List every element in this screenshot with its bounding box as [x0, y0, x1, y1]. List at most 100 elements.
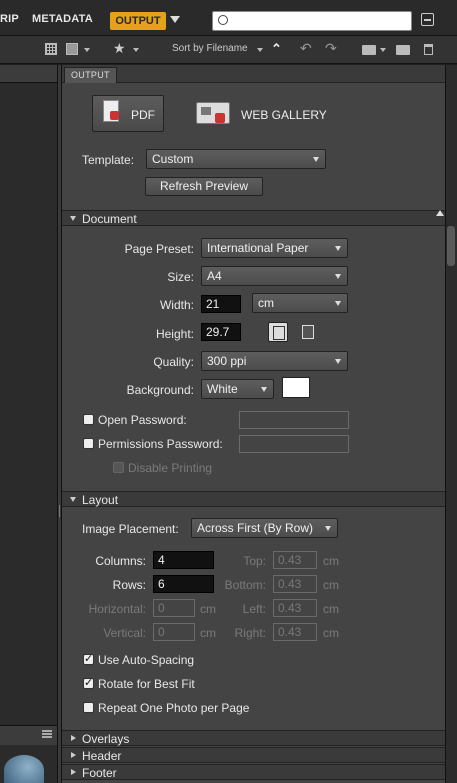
portrait-orientation-icon[interactable]	[268, 322, 288, 342]
rows-label: Rows:	[112, 578, 146, 592]
chevron-down-icon	[335, 301, 341, 306]
right-unit-label: cm	[323, 626, 339, 640]
horizontal-label: Horizontal:	[88, 602, 146, 616]
image-placement-value: Across First (By Row)	[197, 521, 314, 535]
web-gallery-icon[interactable]	[196, 102, 230, 124]
star-rating-icon[interactable]: ★	[113, 40, 126, 57]
quality-select[interactable]: 300 ppi	[201, 351, 348, 371]
template-select[interactable]: Custom	[146, 149, 326, 169]
ascending-sort-icon[interactable]: ⌃	[271, 41, 282, 57]
scrollbar-thumb[interactable]	[447, 226, 455, 266]
layout-section-title: Layout	[82, 493, 119, 507]
workspace-tab-rip[interactable]: RIP	[0, 13, 19, 25]
thumbnail-image[interactable]	[4, 755, 44, 783]
pdf-icon	[103, 100, 119, 122]
repeat-photo-checkbox[interactable]	[83, 702, 94, 713]
collapse-triangle-icon	[71, 735, 76, 741]
rotate-left-icon[interactable]: ↶	[300, 40, 312, 57]
rows-field[interactable]: 6	[153, 575, 214, 593]
landscape-orientation-icon[interactable]	[298, 322, 318, 342]
columns-field[interactable]: 4	[153, 551, 214, 569]
workspace-tab-output[interactable]: OUTPUT	[110, 12, 166, 30]
disable-printing-label: Disable Printing	[128, 461, 213, 475]
folder-chevron-down-icon[interactable]	[380, 48, 386, 52]
thumbnail-grid-icon[interactable]	[45, 43, 57, 55]
view-mode-chevron-down-icon[interactable]	[84, 48, 90, 52]
background-color-swatch[interactable]	[282, 377, 310, 398]
top-unit-label: cm	[323, 554, 339, 568]
header-section-title: Header	[82, 749, 122, 763]
refresh-preview-button[interactable]: Refresh Preview	[145, 177, 263, 196]
panel-menu-icon[interactable]	[42, 730, 52, 738]
web-gallery-label[interactable]: WEB GALLERY	[241, 108, 327, 122]
collapse-triangle-icon	[71, 752, 76, 758]
bottom-unit-label: cm	[323, 578, 339, 592]
footer-section-title: Footer	[82, 766, 117, 780]
left-margin-label: Left:	[242, 602, 266, 616]
rotate-best-fit-checkbox[interactable]	[83, 676, 94, 689]
width-label: Width:	[159, 298, 194, 312]
compact-mode-icon[interactable]	[421, 13, 434, 26]
height-field[interactable]: 29.7	[201, 323, 241, 341]
disable-printing-checkbox[interactable]	[113, 462, 124, 473]
panel-scrollbar[interactable]	[445, 65, 457, 783]
rotate-right-icon[interactable]: ↷	[325, 40, 337, 57]
trash-icon[interactable]	[424, 44, 433, 55]
tab-output[interactable]: OUTPUT	[64, 67, 117, 83]
view-mode-icon[interactable]	[66, 43, 78, 55]
top-margin-field[interactable]: 0.43	[273, 551, 317, 569]
layout-section-header[interactable]: Layout	[62, 491, 445, 507]
page-preset-select[interactable]: International Paper	[201, 238, 348, 258]
permissions-password-checkbox[interactable]	[83, 438, 94, 449]
right-margin-field[interactable]: 0.43	[273, 623, 317, 641]
search-icon	[218, 15, 228, 25]
unit-value: cm	[258, 296, 274, 310]
overlays-section-header[interactable]: Overlays	[62, 730, 445, 746]
chevron-down-icon	[313, 157, 319, 162]
sort-chevron-down-icon[interactable]	[257, 48, 263, 52]
header-section-header[interactable]: Header	[62, 747, 445, 763]
bottom-margin-label: Bottom:	[224, 578, 266, 592]
document-section-title: Document	[82, 212, 137, 226]
workspace-tab-metadata[interactable]: METADATA	[32, 13, 93, 25]
width-field[interactable]: 21	[201, 295, 241, 313]
background-select[interactable]: White	[201, 379, 274, 399]
open-password-checkbox[interactable]	[83, 414, 94, 425]
vertical-field[interactable]: 0	[153, 623, 195, 641]
document-section-header[interactable]: Document	[62, 210, 445, 226]
permissions-password-field[interactable]	[239, 435, 349, 453]
footer-section-header[interactable]: Footer	[62, 764, 445, 780]
size-select[interactable]: A4	[201, 266, 348, 286]
template-value: Custom	[152, 152, 194, 166]
sort-by-dropdown[interactable]: Sort by Filename	[172, 43, 248, 54]
left-unit-label: cm	[323, 602, 339, 616]
horizontal-field[interactable]: 0	[153, 599, 195, 617]
height-label: Height:	[155, 327, 194, 341]
search-input[interactable]	[212, 11, 412, 31]
content-pane-header	[0, 65, 57, 83]
left-margin-field[interactable]: 0.43	[273, 599, 317, 617]
pdf-label: PDF	[131, 108, 155, 122]
overlays-section-title: Overlays	[82, 732, 130, 746]
unit-select[interactable]: cm	[252, 293, 348, 313]
rating-chevron-down-icon[interactable]	[133, 48, 139, 52]
vertical-label: Vertical:	[103, 626, 146, 640]
collapse-triangle-icon	[71, 769, 76, 775]
image-placement-select[interactable]: Across First (By Row)	[191, 518, 338, 538]
top-margin-label: Top:	[243, 554, 266, 568]
auto-spacing-label: Use Auto-Spacing	[98, 653, 195, 667]
workspace-menu-chevron-down-icon[interactable]	[170, 16, 180, 23]
chevron-down-icon	[335, 359, 341, 364]
size-value: A4	[207, 269, 222, 283]
background-value: White	[207, 382, 238, 396]
scroll-up-arrow-icon[interactable]	[436, 210, 444, 216]
page-preset-label: Page Preset:	[124, 242, 194, 256]
bottom-margin-field[interactable]: 0.43	[273, 575, 317, 593]
open-folder-icon[interactable]	[362, 45, 376, 55]
new-folder-icon[interactable]	[396, 45, 410, 55]
open-password-field[interactable]	[239, 411, 349, 429]
panel-tab-strip	[62, 65, 445, 83]
horizontal-unit-label: cm	[200, 602, 216, 616]
auto-spacing-checkbox[interactable]	[83, 652, 94, 665]
expand-triangle-icon	[70, 216, 76, 221]
